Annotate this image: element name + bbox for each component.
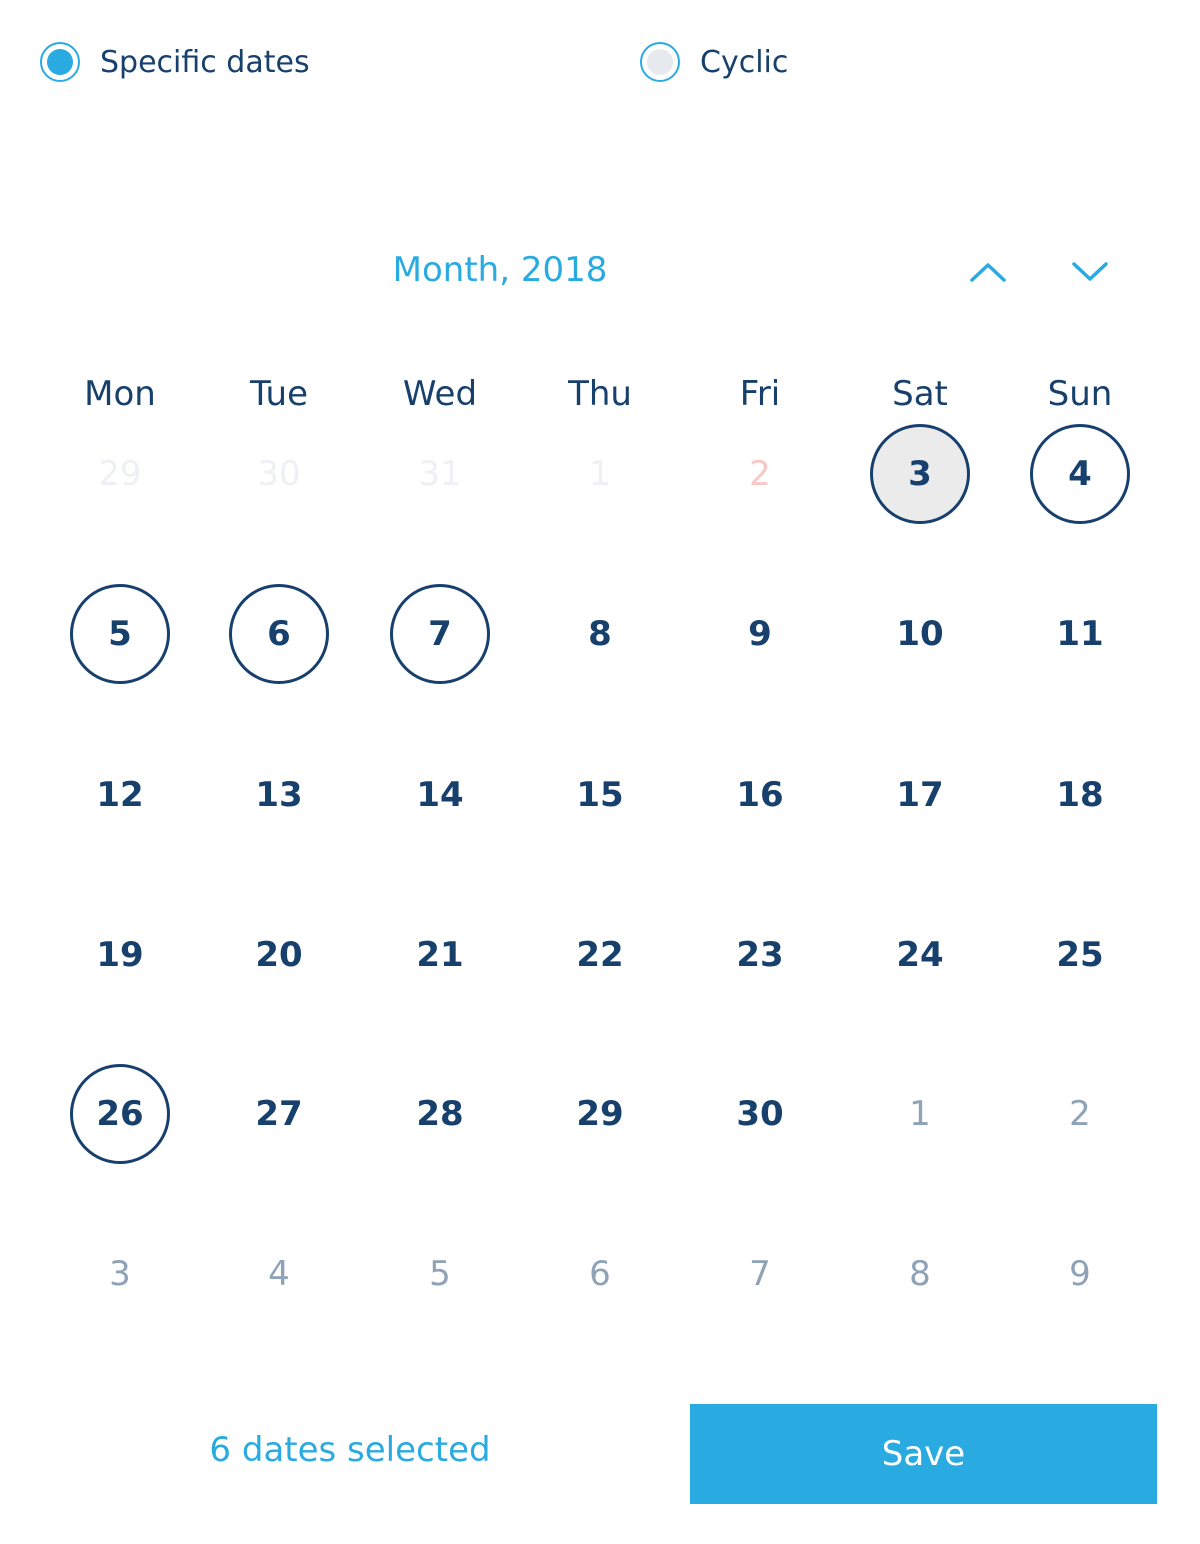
weekday-header: Sun xyxy=(1047,374,1113,414)
radio-checked-dot xyxy=(47,49,73,75)
specific-dates-radio[interactable]: Specific dates xyxy=(40,40,310,84)
chevron-up-icon xyxy=(970,263,1006,282)
radio-unchecked-dot xyxy=(647,49,673,75)
selected-dates-count: 6 dates selected xyxy=(209,1430,491,1470)
next-month-button[interactable] xyxy=(1066,248,1114,296)
day-cell-disabled: 1 xyxy=(589,454,611,494)
day-cell-disabled: 29 xyxy=(98,454,142,494)
day-cell[interactable]: 9 xyxy=(710,584,810,684)
day-cell[interactable]: 14 xyxy=(390,745,490,845)
cyclic-label: Cyclic xyxy=(700,44,789,80)
day-cell-other-month[interactable]: 1 xyxy=(870,1064,970,1164)
day-cell[interactable]: 20 xyxy=(229,905,329,1005)
day-cell-selected[interactable]: 4 xyxy=(1030,424,1130,524)
day-cell[interactable]: 18 xyxy=(1030,745,1130,845)
day-cell[interactable]: 13 xyxy=(229,745,329,845)
date-picker-panel: Specific dates Cyclic Month, 2018 Mon Tue… xyxy=(0,0,1200,1544)
weekday-header: Fri xyxy=(739,374,781,414)
day-cell[interactable]: 30 xyxy=(710,1064,810,1164)
save-button[interactable]: Save xyxy=(690,1404,1157,1504)
weekday-header: Wed xyxy=(402,374,478,414)
month-title: Month, 2018 xyxy=(392,250,608,290)
day-cell-selected[interactable]: 5 xyxy=(70,584,170,684)
day-cell[interactable]: 16 xyxy=(710,745,810,845)
day-cell-other-month[interactable]: 4 xyxy=(229,1224,329,1324)
previous-month-button[interactable] xyxy=(964,248,1012,296)
cyclic-radio[interactable]: Cyclic xyxy=(640,40,788,84)
chevron-down-icon xyxy=(1072,262,1108,281)
day-cell[interactable]: 19 xyxy=(70,905,170,1005)
day-cell[interactable]: 27 xyxy=(229,1064,329,1164)
day-cell[interactable]: 25 xyxy=(1030,905,1130,1005)
weekday-header: Thu xyxy=(568,374,632,414)
day-cell[interactable]: 17 xyxy=(870,745,970,845)
specific-dates-label: Specific dates xyxy=(100,44,310,80)
day-cell[interactable]: 15 xyxy=(550,745,650,845)
day-cell-selected[interactable]: 7 xyxy=(390,584,490,684)
weekday-header: Mon xyxy=(84,374,156,414)
day-cell-selected[interactable]: 6 xyxy=(229,584,329,684)
day-cell-other-month[interactable]: 2 xyxy=(1030,1064,1130,1164)
day-cell[interactable]: 8 xyxy=(550,584,650,684)
day-cell-disabled: 30 xyxy=(257,454,301,494)
day-cell[interactable]: 23 xyxy=(710,905,810,1005)
day-cell[interactable]: 12 xyxy=(70,745,170,845)
day-cell-other-month[interactable]: 3 xyxy=(70,1224,170,1324)
weekday-header: Tue xyxy=(249,374,309,414)
radio-button-unchecked[interactable] xyxy=(640,42,680,82)
day-cell-other-month[interactable]: 6 xyxy=(550,1224,650,1324)
day-cell-today-selected[interactable]: 3 xyxy=(870,424,970,524)
day-cell-other-month[interactable]: 7 xyxy=(710,1224,810,1324)
day-cell[interactable]: 24 xyxy=(870,905,970,1005)
day-cell[interactable]: 28 xyxy=(390,1064,490,1164)
weekday-header: Sat xyxy=(892,374,948,414)
day-cell-other-month[interactable]: 9 xyxy=(1030,1224,1130,1324)
day-cell[interactable]: 11 xyxy=(1030,584,1130,684)
day-cell[interactable]: 29 xyxy=(550,1064,650,1164)
day-cell-other-month[interactable]: 5 xyxy=(390,1224,490,1324)
day-cell-selected[interactable]: 26 xyxy=(70,1064,170,1164)
radio-button-checked[interactable] xyxy=(40,42,80,82)
day-cell[interactable]: 22 xyxy=(550,905,650,1005)
day-cell-other-month[interactable]: 8 xyxy=(870,1224,970,1324)
day-cell-disabled: 31 xyxy=(418,454,462,494)
day-cell[interactable]: 10 xyxy=(870,584,970,684)
day-cell[interactable]: 21 xyxy=(390,905,490,1005)
day-cell-disabled: 2 xyxy=(749,454,771,494)
